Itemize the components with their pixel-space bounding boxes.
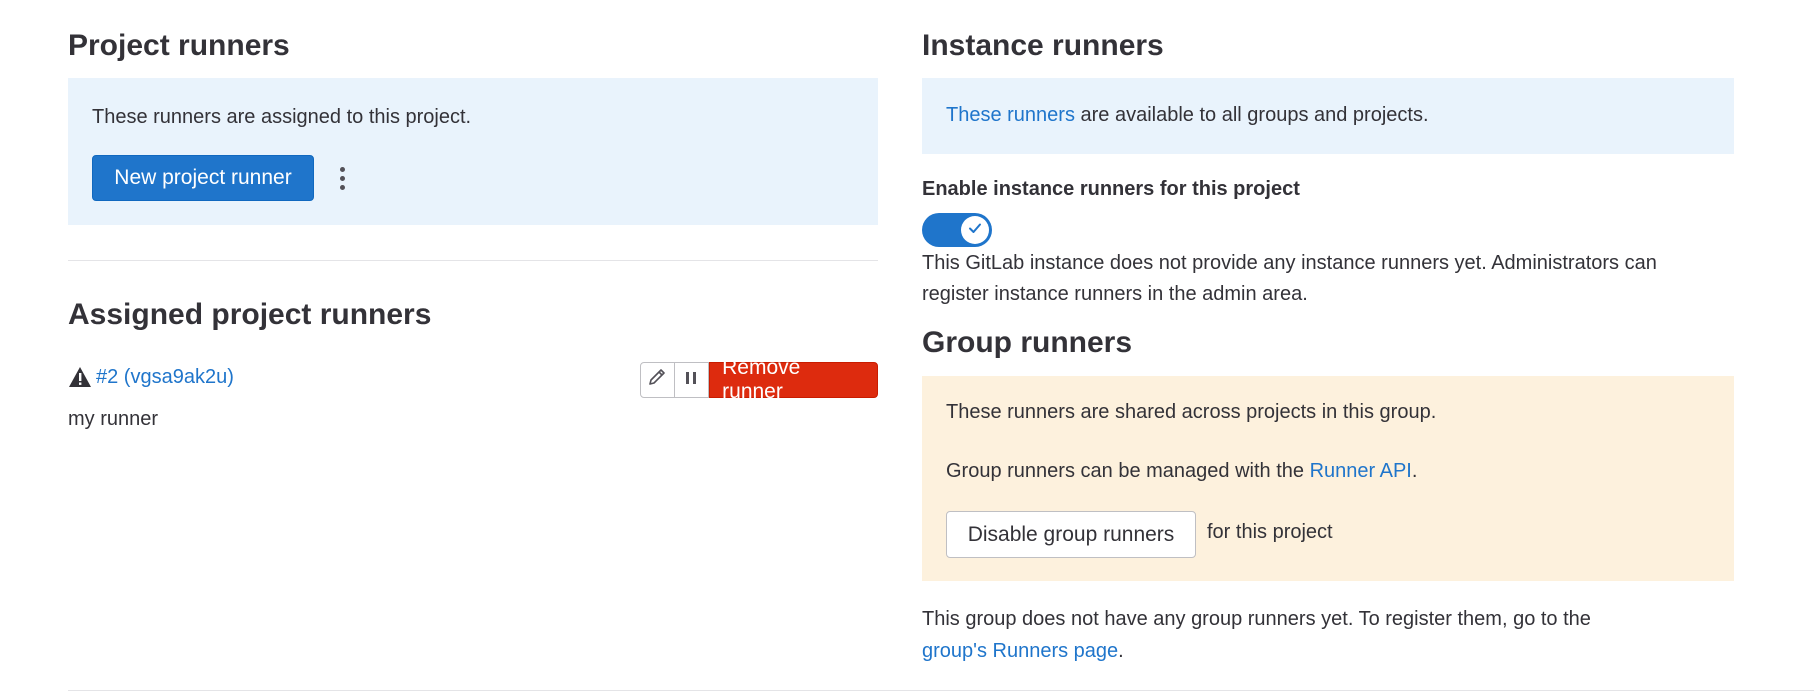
toggle-knob [961, 216, 989, 244]
instance-runners-info-box: These runners are available to all group… [922, 78, 1734, 154]
managed-prefix: Group runners can be managed with the [946, 460, 1310, 482]
disable-suffix-text: for this project [1207, 521, 1333, 543]
edit-runner-button[interactable] [640, 362, 675, 398]
no-group-runners-line2: group's Runners page. [922, 636, 1124, 667]
runner-description: my runner [68, 408, 159, 430]
runner-api-link[interactable]: Runner API [1310, 460, 1412, 482]
group-runners-managed-text: Group runners can be managed with the Ru… [946, 456, 1417, 487]
managed-suffix: . [1411, 460, 1418, 482]
project-runners-info-box: These runners are assigned to this proje… [68, 78, 878, 225]
instance-runners-note-line1: This GitLab instance does not provide an… [922, 252, 1657, 274]
more-actions-icon[interactable] [332, 161, 352, 195]
instance-runners-info: These runners are available to all group… [946, 100, 1429, 131]
pencil-icon [647, 367, 667, 393]
project-runners-info-text: These runners are assigned to this proje… [92, 106, 472, 128]
runner-link[interactable]: #2 (vgsa9ak2u) [96, 362, 234, 393]
group-runners-box: These runners are shared across projects… [922, 376, 1734, 581]
assigned-runners-title: Assigned project runners [68, 298, 432, 331]
instance-runners-toggle-label: Enable instance runners for this project [922, 178, 1300, 200]
section-divider [68, 260, 878, 261]
pause-icon [684, 369, 698, 392]
instance-runners-title: Instance runners [922, 29, 1164, 62]
these-runners-link[interactable]: These runners [946, 104, 1075, 126]
check-icon [967, 219, 983, 242]
disable-group-runners-button[interactable]: Disable group runners [946, 511, 1196, 558]
instance-runners-toggle[interactable] [922, 213, 992, 247]
project-runners-title: Project runners [68, 29, 290, 62]
bottom-divider [68, 690, 1814, 691]
warning-icon [68, 366, 92, 394]
group-runners-page-link[interactable]: group's Runners page [922, 640, 1118, 662]
runner-actions: Remove runner [640, 356, 878, 403]
instance-runners-info-text: are available to all groups and projects… [1074, 104, 1429, 126]
group-runners-title: Group runners [922, 326, 1133, 359]
instance-runners-note-line2: register instance runners in the admin a… [922, 283, 1308, 305]
no-group-runners-line1: This group does not have any group runne… [922, 608, 1591, 630]
pause-runner-button[interactable] [674, 362, 710, 398]
none-suffix: . [1118, 640, 1124, 662]
new-project-runner-button[interactable]: New project runner [92, 155, 314, 201]
remove-runner-button[interactable]: Remove runner [709, 356, 878, 403]
group-runners-shared-text: These runners are shared across projects… [946, 401, 1437, 423]
runner-list-item: #2 (vgsa9ak2u) my runner Remove runner [68, 356, 878, 442]
